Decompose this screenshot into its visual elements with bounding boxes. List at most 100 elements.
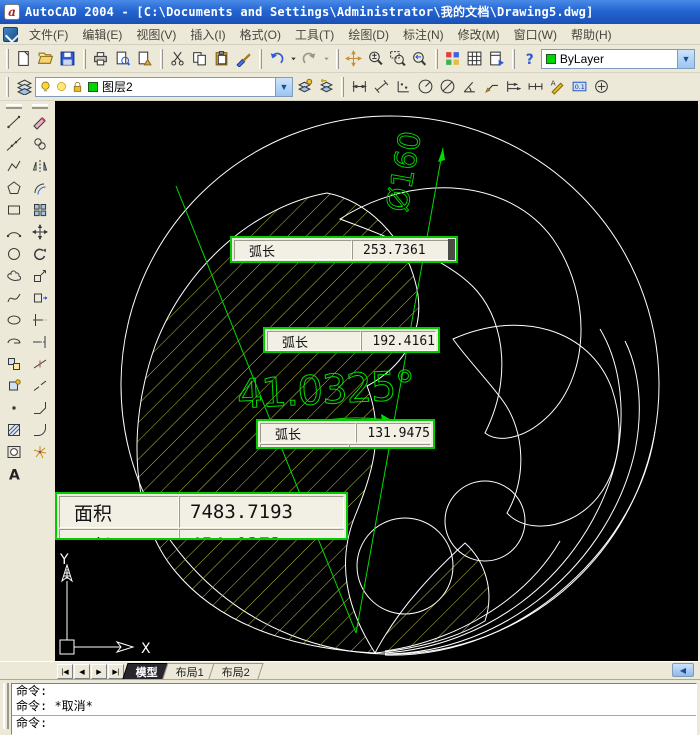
point-icon[interactable] — [3, 397, 25, 419]
polyline-icon[interactable] — [3, 155, 25, 177]
menu-item-draw[interactable]: 绘图(D) — [341, 24, 396, 45]
stretch-icon[interactable] — [29, 287, 51, 309]
angular-dimension-icon[interactable] — [458, 76, 480, 98]
command-window-grip[interactable] — [3, 683, 9, 729]
save-file-icon[interactable] — [57, 48, 79, 70]
command-input[interactable]: 命令: — [12, 716, 696, 731]
zoom-window-icon[interactable] — [387, 48, 409, 70]
menu-item-dimension[interactable]: 标注(N) — [396, 24, 451, 45]
menu-item-file[interactable]: 文件(F) — [22, 24, 75, 45]
toolbar-grip[interactable] — [341, 76, 344, 97]
zoom-previous-icon[interactable] — [409, 48, 431, 70]
chamfer-icon[interactable] — [29, 397, 51, 419]
print-preview-icon[interactable] — [112, 48, 134, 70]
layer-previous-icon[interactable] — [315, 76, 337, 98]
break-icon[interactable] — [29, 375, 51, 397]
tab-layout2[interactable]: 布局2 — [208, 663, 264, 679]
fillet-icon[interactable] — [29, 419, 51, 441]
tab-nav-next-button[interactable]: ▶ — [91, 664, 107, 679]
layer-control-combo[interactable]: 图层2 ▼ — [35, 76, 293, 97]
help-icon[interactable]: ? — [519, 48, 541, 70]
dimension-edit-icon[interactable]: A — [546, 76, 568, 98]
drawing-canvas[interactable]: Ø160 41.0325° X Y 弧长 253.7361 弧长 192.416… — [55, 101, 698, 661]
rectangle-icon[interactable] — [3, 199, 25, 221]
quick-dimension-icon[interactable] — [392, 76, 414, 98]
make-block-icon[interactable] — [3, 375, 25, 397]
new-file-icon[interactable] — [13, 48, 35, 70]
hatch-icon[interactable] — [3, 419, 25, 441]
tool-palettes-icon[interactable] — [486, 48, 508, 70]
pan-realtime-icon[interactable] — [343, 48, 365, 70]
toolbar-grip[interactable] — [6, 76, 9, 97]
undo-caret-icon[interactable] — [288, 48, 299, 70]
drawing-window-icon[interactable] — [3, 26, 18, 42]
multiline-text-icon[interactable]: A — [3, 463, 25, 485]
offset-icon[interactable] — [29, 177, 51, 199]
quick-leader-icon[interactable] — [480, 76, 502, 98]
tab-nav-first-button[interactable]: |◀ — [57, 664, 73, 679]
arc-icon[interactable] — [3, 221, 25, 243]
rotate-icon[interactable] — [29, 243, 51, 265]
tab-scroll-left-button[interactable]: ◀ — [672, 663, 694, 677]
diameter-dimension-icon[interactable] — [436, 76, 458, 98]
center-mark-icon[interactable] — [590, 76, 612, 98]
autocad-app-icon[interactable]: a — [4, 4, 20, 20]
circle-icon[interactable] — [3, 243, 25, 265]
menu-item-tools[interactable]: 工具(T) — [288, 24, 341, 45]
color-control-combo[interactable]: ByLayer ▼ — [540, 48, 695, 69]
menu-item-modify[interactable]: 修改(M) — [451, 24, 507, 45]
extend-icon[interactable] — [29, 331, 51, 353]
print-icon[interactable] — [90, 48, 112, 70]
chevron-down-icon[interactable]: ▼ — [677, 49, 694, 68]
break-at-point-icon[interactable] — [29, 353, 51, 375]
publish-icon[interactable] — [134, 48, 156, 70]
tab-nav-prev-button[interactable]: ◀ — [74, 664, 90, 679]
dimension-text-edit-icon[interactable]: 0.1 — [568, 76, 590, 98]
linear-dimension-icon[interactable] — [348, 76, 370, 98]
tab-nav-last-button[interactable]: ▶| — [108, 664, 124, 679]
spline-icon[interactable] — [3, 287, 25, 309]
baseline-dimension-icon[interactable] — [502, 76, 524, 98]
undo-icon[interactable] — [266, 48, 288, 70]
menu-item-help[interactable]: 帮助(H) — [564, 24, 619, 45]
insert-block-icon[interactable] — [3, 353, 25, 375]
ellipse-icon[interactable] — [3, 309, 25, 331]
aligned-dimension-icon[interactable] — [370, 76, 392, 98]
menu-item-view[interactable]: 视图(V) — [129, 24, 183, 45]
copy-icon[interactable] — [189, 48, 211, 70]
layer-properties-manager-icon[interactable] — [13, 76, 35, 98]
move-icon[interactable] — [29, 221, 51, 243]
menu-item-window[interactable]: 窗口(W) — [507, 24, 564, 45]
mirror-icon[interactable] — [29, 155, 51, 177]
radius-dimension-icon[interactable] — [414, 76, 436, 98]
polygon-icon[interactable] — [3, 177, 25, 199]
chevron-down-icon[interactable]: ▼ — [275, 77, 292, 96]
paste-icon[interactable] — [211, 48, 233, 70]
toolbar-grip[interactable] — [32, 104, 48, 109]
redo-icon[interactable] — [299, 48, 321, 70]
design-center-icon[interactable] — [464, 48, 486, 70]
open-file-icon[interactable] — [35, 48, 57, 70]
construction-line-icon[interactable] — [3, 133, 25, 155]
match-properties-icon[interactable] — [233, 48, 255, 70]
menu-item-format[interactable]: 格式(O) — [233, 24, 288, 45]
ellipse-arc-icon[interactable] — [3, 331, 25, 353]
menu-item-edit[interactable]: 编辑(E) — [75, 24, 129, 45]
region-icon[interactable] — [3, 441, 25, 463]
scale-icon[interactable] — [29, 265, 51, 287]
explode-icon[interactable] — [29, 441, 51, 463]
continue-dimension-icon[interactable] — [524, 76, 546, 98]
properties-palette-icon[interactable] — [442, 48, 464, 70]
trim-icon[interactable] — [29, 309, 51, 331]
copy-object-icon[interactable] — [29, 133, 51, 155]
erase-icon[interactable] — [29, 111, 51, 133]
redo-caret-icon[interactable] — [321, 48, 332, 70]
zoom-realtime-icon[interactable] — [365, 48, 387, 70]
array-icon[interactable] — [29, 199, 51, 221]
menu-item-insert[interactable]: 插入(I) — [183, 24, 232, 45]
cut-icon[interactable] — [167, 48, 189, 70]
toolbar-grip[interactable] — [6, 48, 9, 69]
line-icon[interactable] — [3, 111, 25, 133]
layer-states-manager-icon[interactable] — [293, 76, 315, 98]
toolbar-grip[interactable] — [6, 104, 22, 109]
